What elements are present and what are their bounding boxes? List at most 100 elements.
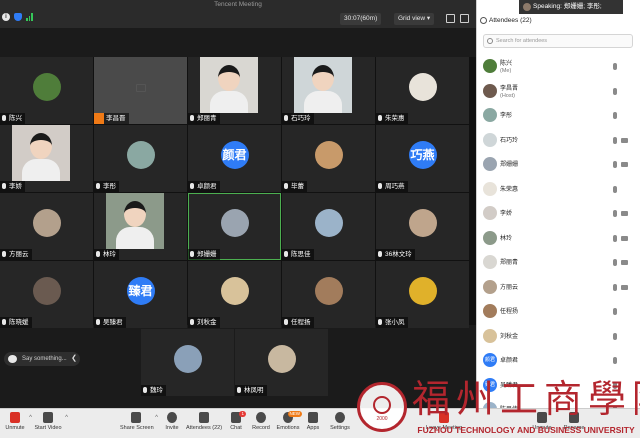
chat-input-bar[interactable]: Say something... ❮ bbox=[4, 352, 80, 366]
shield-icon[interactable] bbox=[14, 13, 22, 21]
attendee-camera-icon[interactable] bbox=[621, 162, 628, 167]
participant-avatar bbox=[32, 73, 61, 101]
video-tile[interactable]: 张小凤 bbox=[376, 261, 469, 328]
attendee-camera-icon[interactable] bbox=[621, 137, 628, 143]
participant-name: 郑姗姗 bbox=[197, 251, 217, 258]
attendee-mic-icon[interactable] bbox=[613, 210, 617, 217]
attendee-avatar bbox=[483, 108, 497, 122]
attendee-mic-icon[interactable] bbox=[613, 259, 617, 266]
chat-button[interactable]: Chat 1 bbox=[228, 411, 246, 438]
attendee-row[interactable]: 李彤 bbox=[477, 104, 640, 129]
attendees-button[interactable]: Attendees (22) bbox=[186, 411, 222, 438]
video-tile[interactable]: 臻君 吴臻君 bbox=[94, 261, 187, 328]
video-tile[interactable]: 朱荣惠 bbox=[376, 57, 469, 124]
attendee-mic-icon[interactable] bbox=[613, 283, 617, 291]
video-tile[interactable]: 刘秋金 bbox=[188, 261, 281, 328]
attendee-row[interactable]: 方丽云 bbox=[477, 276, 640, 301]
mic-icon bbox=[237, 387, 241, 393]
participant-avatar bbox=[32, 209, 61, 237]
share-screen-button[interactable]: Share Screen ^ bbox=[120, 411, 158, 438]
video-tile[interactable]: 李娇 bbox=[0, 125, 93, 192]
video-tile[interactable]: 李昌晋 bbox=[94, 57, 187, 124]
video-tile[interactable]: 林玲 bbox=[94, 193, 187, 260]
face-shape bbox=[124, 201, 146, 227]
attendee-name: 郑丽青 bbox=[500, 260, 519, 266]
attendee-row[interactable]: 朱荣惠 bbox=[477, 178, 640, 203]
attendee-name: 任程扬 bbox=[500, 309, 519, 315]
chevron-left-icon[interactable]: ❮ bbox=[71, 352, 77, 366]
video-tile[interactable]: 李彤 bbox=[94, 125, 187, 192]
attendee-mic-icon[interactable] bbox=[613, 234, 617, 242]
attendee-mic-icon[interactable] bbox=[613, 185, 617, 193]
attendee-mic-icon[interactable] bbox=[613, 87, 617, 95]
video-tile[interactable]: 石巧玲 bbox=[282, 57, 375, 124]
video-tile[interactable]: 方丽云 bbox=[0, 193, 93, 260]
network-signal-icon[interactable] bbox=[26, 13, 33, 21]
chevron-up-icon[interactable]: ^ bbox=[29, 415, 32, 421]
start-video-button[interactable]: Start Video ^ bbox=[34, 411, 68, 438]
fullscreen-icon[interactable] bbox=[446, 14, 455, 23]
attendee-mic-icon[interactable] bbox=[613, 63, 617, 70]
mic-icon bbox=[284, 251, 288, 257]
video-tile[interactable]: 陈晓媛 bbox=[0, 261, 93, 328]
attendee-row[interactable]: 任程扬 bbox=[477, 300, 640, 325]
attendee-mic-icon[interactable] bbox=[613, 332, 617, 340]
invite-button[interactable]: Invite bbox=[164, 411, 180, 438]
mic-icon bbox=[143, 387, 147, 393]
emotions-button[interactable]: Emotions NEW bbox=[276, 411, 302, 438]
participant-nameplate: 李昌晋 bbox=[94, 113, 129, 124]
mic-icon bbox=[190, 115, 194, 121]
attendee-camera-icon[interactable] bbox=[621, 235, 628, 241]
start-video-label: Start Video bbox=[34, 425, 62, 431]
attendee-row[interactable]: 林玲 bbox=[477, 227, 640, 252]
mic-muted-icon bbox=[10, 412, 20, 423]
settings-button[interactable]: Settings bbox=[330, 411, 350, 438]
mic-icon bbox=[2, 251, 6, 257]
attendee-row[interactable]: 李昌晋 (Host) bbox=[477, 80, 640, 105]
apps-button[interactable]: Apps bbox=[306, 411, 320, 438]
attendee-row[interactable]: 石巧玲 bbox=[477, 129, 640, 154]
video-tile[interactable]: 陈思佳 bbox=[282, 193, 375, 260]
mic-icon bbox=[96, 183, 100, 189]
attendee-search-input[interactable]: Search for attendees bbox=[483, 34, 633, 48]
attendee-row[interactable]: 郑丽青 bbox=[477, 251, 640, 276]
title-bar: Tencent Meeting i 30:07(60m) Grid view ▾ bbox=[0, 0, 476, 28]
video-tile[interactable]: 魏玲 bbox=[141, 329, 234, 396]
attendee-name: 陈兴 bbox=[500, 61, 513, 67]
attendee-camera-icon[interactable] bbox=[621, 211, 628, 216]
attendee-mic-icon[interactable] bbox=[613, 161, 617, 168]
attendees-panel: Attendees (22) Search for attendees 陈兴 (M… bbox=[476, 0, 640, 416]
video-tile[interactable]: 郑姗姗 bbox=[188, 193, 281, 260]
attendee-row[interactable]: 郑姗姗 bbox=[477, 153, 640, 178]
attendee-row[interactable]: 李娇 bbox=[477, 202, 640, 227]
participant-nameplate: 陈晓媛 bbox=[0, 317, 32, 328]
video-tile[interactable]: 郑丽青 bbox=[188, 57, 281, 124]
attendee-row[interactable]: 颜君 卓颜君 bbox=[477, 349, 640, 374]
attendee-mic-icon[interactable] bbox=[613, 112, 617, 119]
attendee-mic-icon[interactable] bbox=[613, 308, 617, 315]
video-tile[interactable]: 巧燕 周巧燕 bbox=[376, 125, 469, 192]
chevron-up-icon[interactable]: ^ bbox=[155, 415, 158, 421]
chevron-up-icon[interactable]: ^ bbox=[65, 415, 68, 421]
video-tile[interactable]: 林凤明 bbox=[235, 329, 328, 396]
video-tile[interactable]: 36林文玲 bbox=[376, 193, 469, 260]
attendee-row[interactable]: 刘秋金 bbox=[477, 325, 640, 350]
record-button[interactable]: Record bbox=[252, 411, 270, 438]
expand-icon[interactable] bbox=[460, 14, 469, 23]
video-tile[interactable]: 毕蕾 bbox=[282, 125, 375, 192]
participant-nameplate: 刘秋金 bbox=[188, 317, 220, 328]
attendee-row[interactable]: 陈兴 (Me) bbox=[477, 55, 640, 80]
participant-video bbox=[294, 57, 352, 113]
info-icon[interactable]: i bbox=[2, 13, 10, 21]
attendee-camera-icon[interactable] bbox=[621, 284, 628, 290]
participant-name: 陈兴 bbox=[9, 115, 22, 122]
participant-nameplate: 李彤 bbox=[94, 181, 119, 192]
attendee-mic-icon[interactable] bbox=[613, 136, 617, 144]
video-tile[interactable]: 颜君 卓颜君 bbox=[188, 125, 281, 192]
grid-view-button[interactable]: Grid view ▾ bbox=[394, 13, 435, 25]
video-tile[interactable]: 任程扬 bbox=[282, 261, 375, 328]
attendee-camera-icon[interactable] bbox=[621, 260, 628, 265]
video-tile[interactable]: 陈兴 bbox=[0, 57, 93, 124]
attendee-mic-icon[interactable] bbox=[613, 357, 617, 364]
unmute-button[interactable]: Unmute ^ bbox=[4, 411, 32, 438]
